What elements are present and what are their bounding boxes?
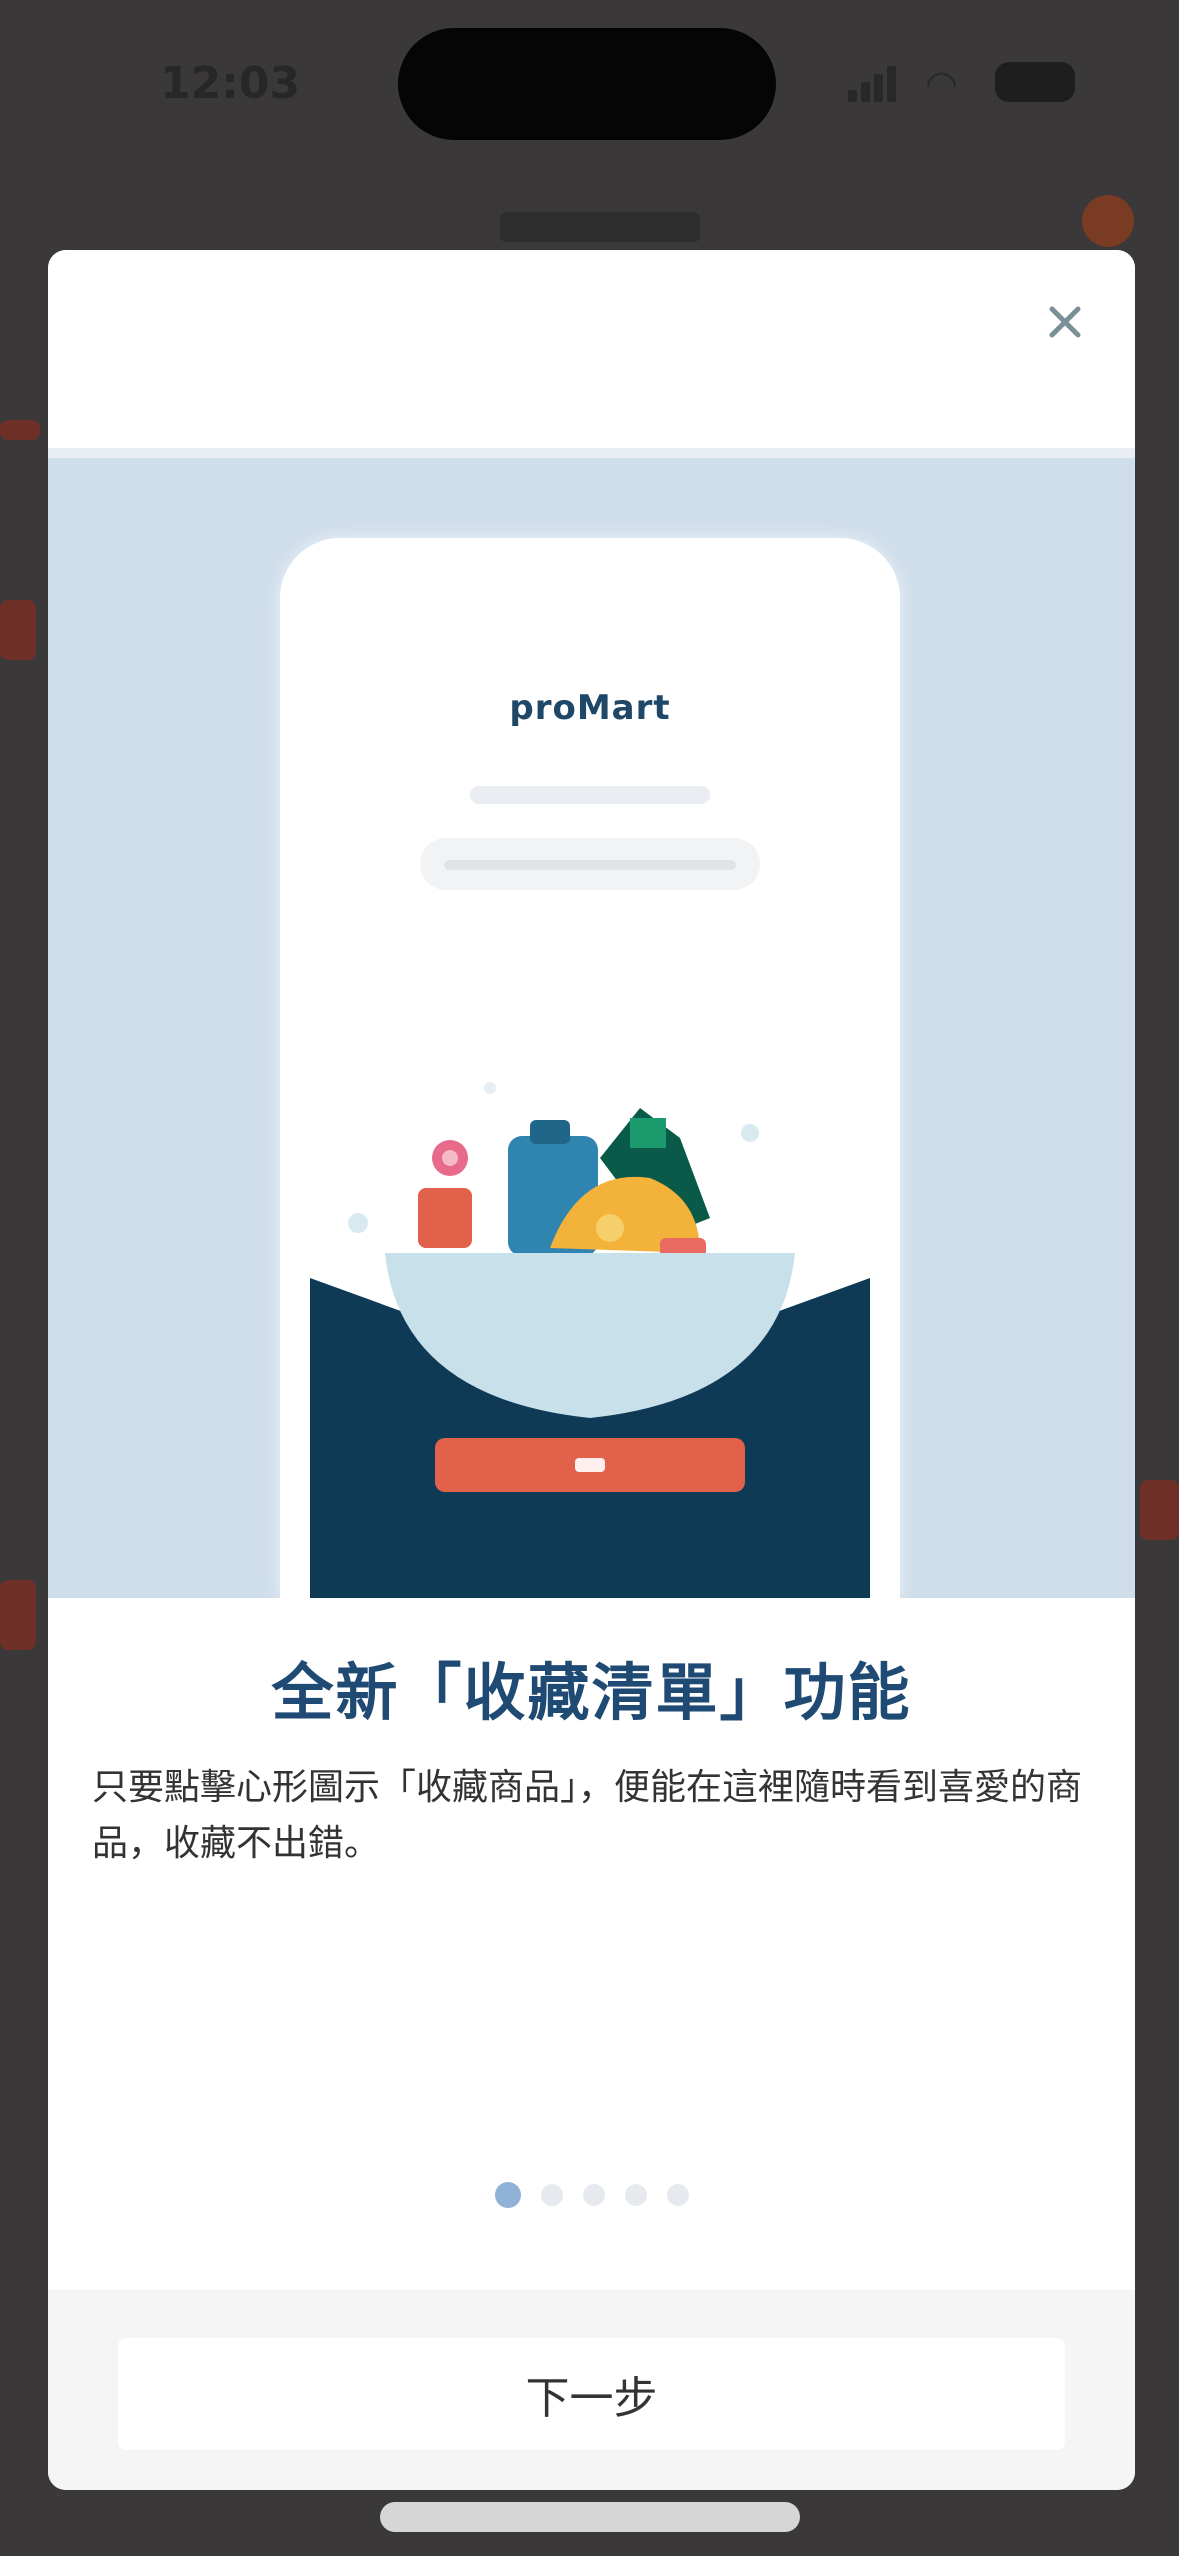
modal-header: [48, 250, 1135, 450]
pager-dot[interactable]: [540, 2184, 563, 2206]
modal-footer: 下一步: [48, 2290, 1135, 2490]
header-divider: [48, 448, 1135, 458]
background-accent: [0, 1580, 36, 1650]
pager-dot[interactable]: [582, 2184, 605, 2206]
home-indicator[interactable]: [380, 2502, 800, 2532]
background-accent: [0, 600, 36, 660]
grocery-bowl-illustration: [310, 1082, 870, 1598]
background-accent: [1140, 1480, 1179, 1540]
wifi-icon: ◠: [925, 62, 959, 106]
status-bar: 12:03 ◠: [0, 0, 1179, 180]
pager-dot[interactable]: [666, 2184, 689, 2206]
background-page-title: [500, 212, 700, 242]
close-button[interactable]: [1033, 290, 1097, 354]
pager-dot-active[interactable]: [494, 2182, 521, 2208]
dynamic-island: [398, 28, 776, 140]
phone-mockup: proMart: [280, 538, 900, 1598]
feature-illustration: proMart: [48, 458, 1135, 1598]
close-icon: [1049, 306, 1081, 338]
next-button[interactable]: 下一步: [118, 2338, 1065, 2450]
pager-dot[interactable]: [624, 2184, 647, 2206]
battery-icon: [995, 62, 1075, 102]
status-time: 12:03: [160, 58, 301, 109]
mock-brand-logo: proMart: [509, 688, 671, 728]
mock-add-to-list-button: [435, 1438, 745, 1492]
background-accent: [0, 420, 40, 440]
feature-intro-modal: proMart 全新「收藏清單」功能 只要點擊心形圖示「收藏商品」，便能在這裡隨…: [48, 250, 1135, 2490]
carousel-pager: [48, 2180, 1135, 2210]
feature-description: 只要點擊心形圖示「收藏商品」，便能在這裡隨時看到喜愛的商品，收藏不出錯。: [92, 1767, 1083, 1864]
cellular-signal-icon: [848, 62, 898, 102]
feature-title: 全新「收藏清單」功能: [271, 1656, 912, 1729]
mock-text-line: [470, 786, 710, 804]
background-avatar: [1082, 195, 1134, 247]
mock-search-field: [420, 838, 760, 890]
